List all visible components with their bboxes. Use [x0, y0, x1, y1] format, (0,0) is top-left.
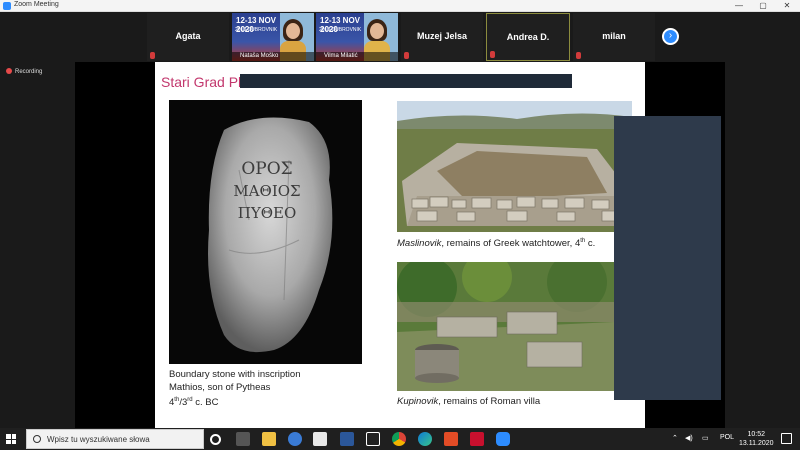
participant-video-vilma[interactable]: 12-13 NOV 2020 2018 DUBROVNIK Vilma Mila…	[316, 13, 398, 61]
stone-caption-line1: Boundary stone with inscription	[169, 369, 301, 380]
stone-caption: Boundary stone with inscription Mathios,…	[169, 368, 301, 409]
edge-legacy-icon[interactable]	[288, 432, 302, 446]
muted-mic-icon	[150, 52, 155, 59]
acrobat-icon[interactable]	[470, 432, 484, 446]
search-placeholder: Wpisz tu wyszukiwane słowa	[47, 435, 150, 444]
participant-video-natasa[interactable]: 12-13 NOV 2020 2018 DUBROVNIK Nataša Moš…	[232, 13, 314, 61]
roman-villa-place: Kupinovik	[397, 396, 439, 407]
chrome-icon[interactable]	[392, 432, 406, 446]
boundary-stone-image: ΟΡΟΣ ΜΑΘΙΟΣ ΠΥΘΕΟ	[169, 100, 362, 364]
clock-date: 13.11.2020	[739, 440, 774, 447]
language-indicator[interactable]: POL	[720, 434, 734, 441]
clock-time: 10:52	[747, 431, 766, 438]
watchtower-caption: Maslinovik, remains of Greek watchtower,…	[397, 238, 596, 250]
zoom-app-icon	[3, 2, 11, 10]
app-icon-2[interactable]	[366, 432, 380, 446]
window-title: Zoom Meeting	[14, 1, 59, 8]
inscription-line-3: ΠΥΘΕΟ	[238, 204, 297, 222]
taskbar-clock[interactable]: 10:52 13.11.2020	[739, 430, 774, 448]
edge-icon[interactable]	[418, 432, 432, 446]
file-explorer-icon[interactable]	[262, 432, 276, 446]
word-icon[interactable]	[340, 432, 354, 446]
close-button[interactable]: ✕	[776, 0, 798, 12]
recording-dot-icon	[6, 68, 12, 74]
participant-name: Muzej Jelsa	[416, 31, 468, 41]
banner-subtitle: 2018 DUBROVNIK	[319, 27, 362, 33]
muted-mic-icon	[576, 52, 581, 59]
recording-label: Recording	[15, 69, 43, 75]
stone-caption-line3: 4th/3rd c. BC	[169, 397, 219, 409]
inscription-line-1: ΟΡΟΣ	[241, 159, 292, 179]
start-button[interactable]	[6, 434, 16, 444]
muted-mic-icon	[404, 52, 409, 59]
stone-caption-line2: Mathios, son of Pytheas	[169, 382, 271, 393]
windows-taskbar: Wpisz tu wyszukiwane słowa ⌃ ◀) ▭ POL 10…	[0, 428, 800, 450]
slide-title: Stari Grad Pla	[161, 74, 249, 90]
tray-chevron-icon[interactable]: ⌃	[672, 434, 678, 442]
maximize-button[interactable]: ▢	[752, 0, 774, 12]
next-page-button[interactable]: ›	[662, 28, 679, 45]
window-titlebar: Zoom Meeting — ▢ ✕	[0, 0, 800, 12]
participant-tile-agata[interactable]: Agata	[147, 13, 229, 61]
participant-name: milan	[602, 31, 626, 41]
app-icon[interactable]	[313, 432, 327, 446]
recording-indicator[interactable]: Recording	[6, 68, 42, 75]
cortana-icon[interactable]	[210, 434, 221, 445]
roman-villa-photo	[397, 262, 614, 391]
watchtower-place: Maslinovik	[397, 238, 442, 250]
task-view-icon[interactable]	[236, 432, 250, 446]
participant-tile-muzej-jelsa[interactable]: Muzej Jelsa	[401, 13, 483, 61]
zoom-icon[interactable]	[496, 432, 510, 446]
network-icon[interactable]: ▭	[702, 434, 709, 442]
presentation-slide: Stari Grad Pla ΟΡΟΣ ΜΑΘΙΟΣ ΠΥΘΕΟ Boundar…	[155, 62, 645, 428]
participant-name: Andrea D.	[506, 32, 550, 42]
banner-subtitle: 2018 DUBROVNIK	[235, 27, 278, 33]
watchtower-photo	[397, 101, 632, 232]
inscription-line-2: ΜΑΘΙΟΣ	[233, 182, 300, 200]
taskbar-search-box[interactable]: Wpisz tu wyszukiwane słowa	[26, 429, 204, 449]
roman-villa-caption: Kupinovik, remains of Roman villa	[397, 396, 541, 407]
muted-mic-icon	[490, 51, 495, 58]
minimize-button[interactable]: —	[728, 0, 750, 12]
redaction-block	[614, 116, 721, 400]
participant-name: Agata	[175, 31, 201, 41]
redaction-bar	[240, 74, 572, 88]
participant-caption: Vilma Milatić	[316, 52, 398, 61]
app-icon-3[interactable]	[444, 432, 458, 446]
gallery-strip	[0, 12, 800, 62]
participant-tile-milan[interactable]: milan	[573, 13, 655, 61]
search-icon	[33, 435, 41, 443]
volume-icon[interactable]: ◀)	[685, 434, 693, 442]
notification-icon[interactable]	[781, 433, 792, 444]
participant-tile-andrea[interactable]: Andrea D.	[486, 13, 570, 61]
participant-caption: Nataša Moško	[232, 52, 314, 61]
